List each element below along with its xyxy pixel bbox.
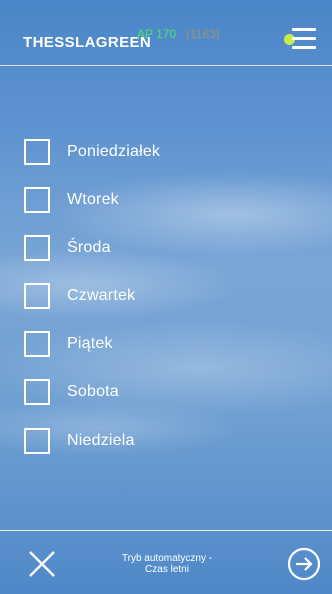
day-checkbox[interactable] <box>24 139 50 165</box>
close-icon[interactable] <box>27 549 57 579</box>
top-bar: THESSLAGREEN AP 170 (1163) <box>0 0 332 66</box>
day-checkbox[interactable] <box>24 187 50 213</box>
day-label: Piątek <box>67 335 113 352</box>
device-model: AP 170 <box>137 27 177 41</box>
mode-line-1: Tryb automatyczny - <box>121 553 213 564</box>
day-checkbox[interactable] <box>24 235 50 261</box>
hamburger-menu-icon[interactable] <box>292 28 316 50</box>
day-label: Środa <box>67 239 111 256</box>
mode-line-2: Czas letni <box>145 564 189 575</box>
day-item-wednesday[interactable]: Środa <box>24 234 284 262</box>
day-item-monday[interactable]: Poniedziałek <box>24 138 284 166</box>
day-item-saturday[interactable]: Sobota <box>24 378 284 406</box>
day-checkbox[interactable] <box>24 428 50 454</box>
day-item-thursday[interactable]: Czwartek <box>24 282 284 310</box>
brand-logo-text: THESSLAGREEN <box>23 34 152 51</box>
bottom-bar: Tryb automatyczny - Czas letni <box>0 530 332 594</box>
day-checkbox[interactable] <box>24 331 50 357</box>
day-label: Poniedziałek <box>67 143 161 160</box>
mode-status-text: Tryb automatyczny - Czas letni <box>110 553 224 575</box>
arrow-right-circle-icon[interactable] <box>287 547 321 581</box>
day-label: Czwartek <box>67 287 136 304</box>
day-item-friday[interactable]: Piątek <box>24 330 284 358</box>
day-item-sunday[interactable]: Niedziela <box>24 427 284 455</box>
device-serial: (1163) <box>186 27 220 41</box>
day-checkbox[interactable] <box>24 283 50 309</box>
day-label: Sobota <box>67 383 119 400</box>
day-label: Niedziela <box>67 432 135 449</box>
day-checkbox[interactable] <box>24 379 50 405</box>
day-item-tuesday[interactable]: Wtorek <box>24 186 284 214</box>
day-label: Wtorek <box>67 191 119 208</box>
